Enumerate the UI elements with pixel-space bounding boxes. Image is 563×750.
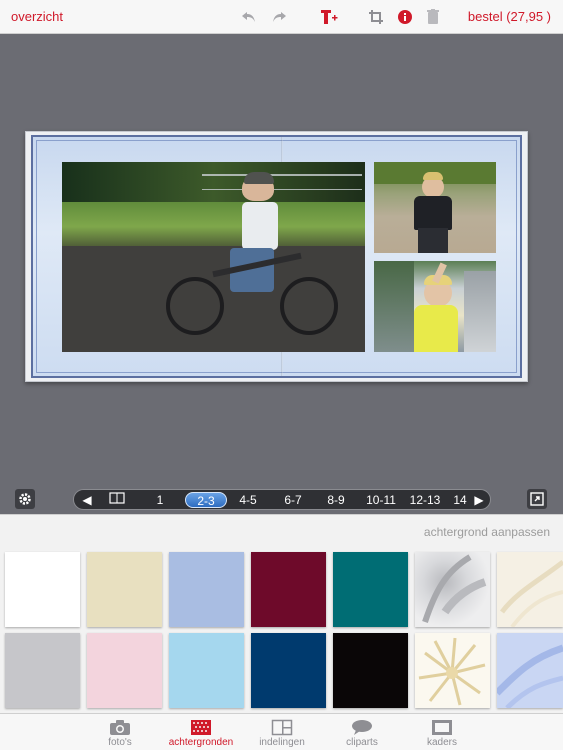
expand-icon[interactable] [527,489,547,509]
page-10-11[interactable]: 10-11 [363,492,399,508]
top-toolbar: overzicht bestel (27,95 ) [0,0,563,34]
tab-label: cliparts [346,737,378,748]
crop-icon[interactable] [365,6,387,28]
next-page-arrow-icon[interactable]: ▶ [472,492,486,508]
swatch-grey[interactable] [5,633,80,708]
frame-icon [431,719,453,736]
gear-icon[interactable] [15,489,35,509]
page-12-13[interactable]: 12-13 [407,492,443,508]
order-button[interactable]: bestel (27,95 ) [468,9,551,24]
photo-child-shirt [242,202,278,250]
camera-icon [109,719,131,736]
photo-child-jacket [414,196,452,230]
photo-fence [202,174,362,190]
photo-bg-person [464,271,496,352]
swatch-light-blue[interactable] [169,552,244,627]
adjust-background-link[interactable]: achtergrond aanpassen [424,525,550,539]
photo-child-shirt [414,305,458,352]
swatch-black[interactable] [333,633,408,708]
photo-child-pants [418,228,448,253]
layout-icon [271,719,293,736]
pattern-icon [190,719,212,736]
info-icon[interactable] [394,6,416,28]
overview-button[interactable]: overzicht [11,9,63,24]
tab-cliparts[interactable]: cliparts [322,716,402,750]
swatch-pink[interactable] [87,633,162,708]
page-4-5[interactable]: 4-5 [234,492,262,508]
photo-child-hair [423,172,443,180]
tab-photos[interactable]: foto's [80,716,160,750]
bottom-tab-bar: foto's achtergronden indelingen cliparts [0,713,563,750]
swatch-grey-leaf-pattern[interactable] [415,552,490,627]
cover-page-icon[interactable] [108,492,126,508]
swatch-cream-flower-pattern[interactable] [415,633,490,708]
photo-helmet [244,172,274,184]
tab-layouts[interactable]: indelingen [242,716,322,750]
tab-label: kaders [426,737,457,748]
tab-label: achtergronden [168,737,234,748]
swatch-teal[interactable] [333,552,408,627]
tab-backgrounds[interactable]: achtergronden [161,716,241,750]
page-1[interactable]: 1 [149,492,171,508]
page-8-9[interactable]: 8-9 [322,492,350,508]
photo-bg-people [374,261,414,352]
swatch-blue-feather-pattern[interactable] [494,633,563,710]
trash-icon[interactable] [422,6,444,28]
page-14[interactable]: 14 [450,492,470,508]
photobook-spread[interactable] [25,131,528,382]
tab-label: foto's [108,737,132,748]
add-text-icon[interactable] [318,6,340,28]
swatch-cream-floral-pattern[interactable] [497,552,563,629]
backgrounds-panel: achtergrond aanpassen [0,514,563,713]
spread-background[interactable] [31,135,522,378]
photo-wheel-back [280,277,338,335]
redo-icon[interactable] [268,6,290,28]
swatch-navy[interactable] [251,633,326,708]
page-2-3[interactable]: 2-3 [185,492,227,508]
prev-page-arrow-icon[interactable]: ◀ [80,492,94,508]
photo-boy-on-bike[interactable] [62,162,365,352]
undo-icon[interactable] [238,6,260,28]
photo-boy-waving[interactable] [374,261,496,352]
swatch-sky-blue[interactable] [169,633,244,708]
swatch-white[interactable] [5,552,80,627]
tab-label: indelingen [259,737,305,748]
swatch-cream[interactable] [87,552,162,627]
photo-wheel-front [166,277,224,335]
photo-boy-walking[interactable] [374,162,496,253]
page-6-7[interactable]: 6-7 [279,492,307,508]
speech-bubble-icon [351,719,373,736]
editor-canvas [0,35,563,513]
swatch-burgundy[interactable] [251,552,326,627]
tab-frames[interactable]: kaders [402,716,482,750]
page-navigator: ◀ 1 2-3 4-5 6-7 8-9 10-11 12-13 14 ▶ [73,489,491,510]
